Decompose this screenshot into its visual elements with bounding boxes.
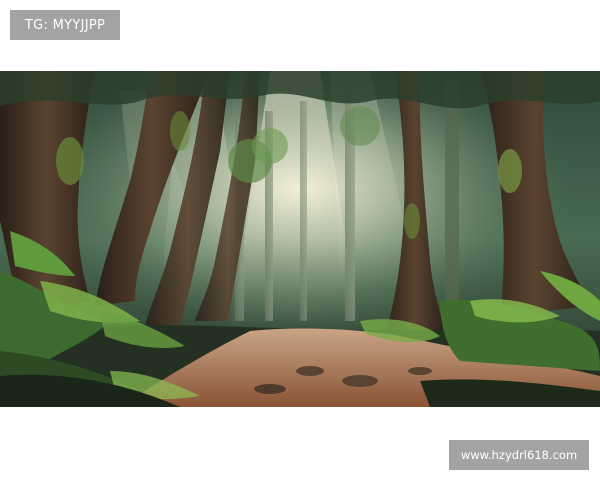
watermark-text-top: TG: MYYJJPP [24,17,106,33]
watermark-text-bottom: www.hzydrl618.com [460,448,578,462]
forest-image [0,71,600,407]
watermark-badge-bottom: www.hzydrl618.com [449,440,589,470]
watermark-badge-top: TG: MYYJJPP [10,10,120,40]
forest-illustration [0,71,600,407]
